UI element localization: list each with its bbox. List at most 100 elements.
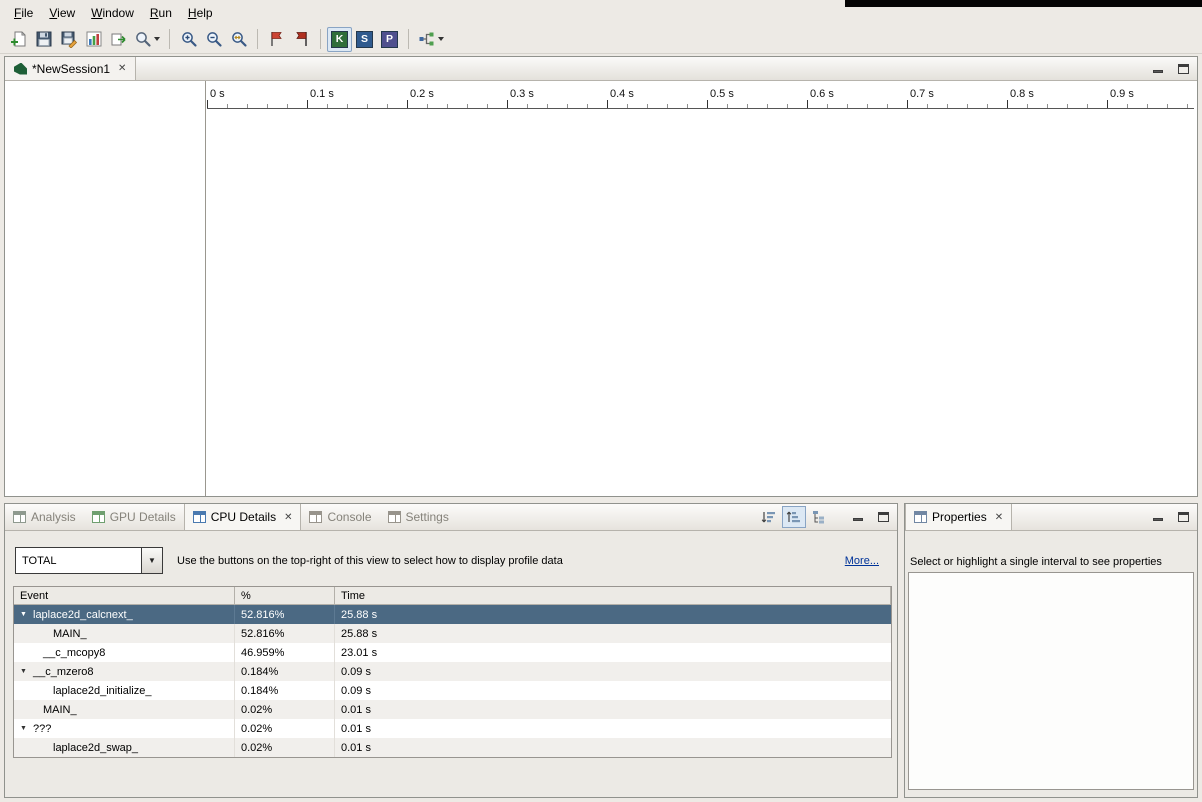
ruler-major-tick	[307, 100, 308, 108]
minimize-button[interactable]	[1150, 509, 1166, 525]
save-as-icon	[60, 30, 78, 48]
stream-icon: S	[356, 31, 373, 48]
zoom-fit-icon	[230, 30, 248, 48]
chevron-down-icon	[154, 37, 160, 41]
zoom-out-button[interactable]	[201, 27, 226, 52]
close-icon[interactable]: ✕	[284, 512, 292, 523]
event-percent: 46.959%	[235, 643, 335, 662]
table-row[interactable]: ▼???0.02%0.01 s	[14, 719, 891, 738]
cpu-details-panel: Analysis GPU DetailsCPU Details✕ConsoleSe…	[4, 503, 898, 798]
tab-label: Analysis	[31, 510, 76, 524]
expander-icon[interactable]: ▼	[20, 725, 33, 732]
table-row[interactable]: laplace2d_swap_0.02%0.01 s	[14, 738, 891, 757]
zoom-fit-button[interactable]	[226, 27, 251, 52]
editor-window-buttons	[1150, 57, 1191, 80]
event-percent: 0.02%	[235, 719, 335, 738]
expander-icon[interactable]: ▼	[20, 668, 33, 675]
table-row[interactable]: ▼__c_mzero80.184%0.09 s	[14, 662, 891, 681]
timeline-ruler[interactable]: 0 s0.1 s0.2 s0.3 s0.4 s0.5 s0.6 s0.7 s0.…	[207, 88, 1194, 109]
combo-selected-value: TOTAL	[16, 548, 141, 573]
tab-analysis[interactable]: Analysis	[5, 504, 84, 530]
new-session-button[interactable]	[6, 27, 31, 52]
close-icon[interactable]: ✕	[118, 63, 126, 74]
maximize-button[interactable]	[1175, 61, 1191, 77]
ruler-tick-label: 0.2 s	[410, 88, 434, 100]
kernel-toggle-button[interactable]: K	[327, 27, 352, 52]
close-icon[interactable]: ✕	[995, 512, 1003, 523]
timeline-area: 0 s0.1 s0.2 s0.3 s0.4 s0.5 s0.6 s0.7 s0.…	[5, 81, 1197, 496]
cpu-view-toolbar	[757, 506, 831, 528]
tab-console[interactable]: Console	[301, 504, 379, 530]
combo-dropdown-button[interactable]: ▼	[141, 548, 162, 573]
more-link[interactable]: More...	[845, 555, 879, 567]
event-time: 0.01 s	[335, 719, 891, 738]
column-header-percent[interactable]: %	[235, 587, 335, 604]
table-row[interactable]: MAIN_0.02%0.01 s	[14, 700, 891, 719]
ruler-tick-label: 0.1 s	[310, 88, 334, 100]
maximize-button[interactable]	[1175, 509, 1191, 525]
timeline-canvas[interactable]	[207, 110, 1197, 496]
next-marker-button[interactable]	[264, 27, 289, 52]
tab-gpu-details[interactable]: GPU Details	[84, 504, 184, 530]
profile-chart-button[interactable]	[81, 27, 106, 52]
export-button[interactable]	[106, 27, 131, 52]
call-tree-icon	[811, 509, 827, 525]
ruler-tick-label: 0 s	[210, 88, 225, 100]
tab-settings[interactable]: Settings	[380, 504, 457, 530]
ruler-tick-label: 0.8 s	[1010, 88, 1034, 100]
event-time: 25.88 s	[335, 605, 891, 624]
top-down-profile-button[interactable]	[782, 506, 806, 528]
table-row[interactable]: __c_mcopy846.959%23.01 s	[14, 643, 891, 662]
event-time: 25.88 s	[335, 624, 891, 643]
menu-help[interactable]: Help	[180, 3, 221, 23]
ruler-major-tick	[407, 100, 408, 108]
tab-new-session[interactable]: *NewSession1 ✕	[5, 57, 136, 80]
analysis-fork-icon	[418, 30, 436, 48]
save-as-button[interactable]	[56, 27, 81, 52]
maximize-button[interactable]	[875, 509, 891, 525]
tab-properties[interactable]: Properties ✕	[905, 504, 1012, 530]
table-row[interactable]: laplace2d_initialize_0.184%0.09 s	[14, 681, 891, 700]
event-time: 0.09 s	[335, 662, 891, 681]
stream-toggle-button[interactable]: S	[352, 27, 377, 52]
table-row[interactable]: ▼laplace2d_calcnext_ 52.816%25.88 s	[14, 605, 891, 624]
event-time: 0.01 s	[335, 738, 891, 757]
timeline-editor: *NewSession1 ✕ 0 s 0.1 s 0.2 s 0.3 s 0.4 s 0.…	[4, 56, 1198, 497]
process-letter: P	[386, 33, 393, 45]
save-button[interactable]	[31, 27, 56, 52]
column-header-time[interactable]: Time	[335, 587, 891, 604]
menu-file[interactable]: File	[6, 3, 41, 23]
analysis-menu-button[interactable]	[415, 27, 447, 52]
menu-window[interactable]: Window	[83, 3, 142, 23]
toolbar-separator	[257, 29, 258, 49]
event-percent: 52.816%	[235, 605, 335, 624]
event-name: laplace2d_calcnext_	[33, 609, 133, 621]
kernel-letter: K	[336, 33, 344, 45]
minimize-button[interactable]	[1150, 61, 1166, 77]
zoom-tool-menu-button[interactable]	[131, 27, 163, 52]
previous-marker-button[interactable]	[289, 27, 314, 52]
menu-view[interactable]: View	[41, 3, 83, 23]
properties-tabbar-tabs: Properties ✕	[905, 504, 1012, 530]
event-name: MAIN_	[53, 628, 87, 640]
expander-icon[interactable]: ▼	[20, 611, 33, 618]
bottom-up-profile-button[interactable]	[807, 506, 831, 528]
tab-cpu-details[interactable]: CPU Details✕	[184, 504, 302, 530]
ruler-tick-label: 0.3 s	[510, 88, 534, 100]
zoom-in-button[interactable]	[176, 27, 201, 52]
column-header-event[interactable]: Event	[14, 587, 235, 604]
event-scope-combo[interactable]: TOTAL ▼	[15, 547, 163, 574]
cpu-hint-text: Use the buttons on the top-right of this…	[177, 555, 563, 567]
console-icon	[309, 511, 322, 523]
ruler-major-tick	[207, 100, 208, 108]
minimize-button[interactable]	[850, 509, 866, 525]
process-toggle-button[interactable]: P	[377, 27, 402, 52]
ruler-tick-label: 0.4 s	[610, 88, 634, 100]
menu-run[interactable]: Run	[142, 3, 180, 23]
ruler-baseline	[207, 108, 1194, 109]
zoom-in-icon	[180, 30, 198, 48]
event-percent: 0.02%	[235, 700, 335, 719]
flat-profile-button[interactable]	[757, 506, 781, 528]
table-row[interactable]: MAIN_52.816%25.88 s	[14, 624, 891, 643]
cpu-details-table: Event % Time ▼laplace2d_calcnext_52.816%…	[13, 586, 892, 758]
